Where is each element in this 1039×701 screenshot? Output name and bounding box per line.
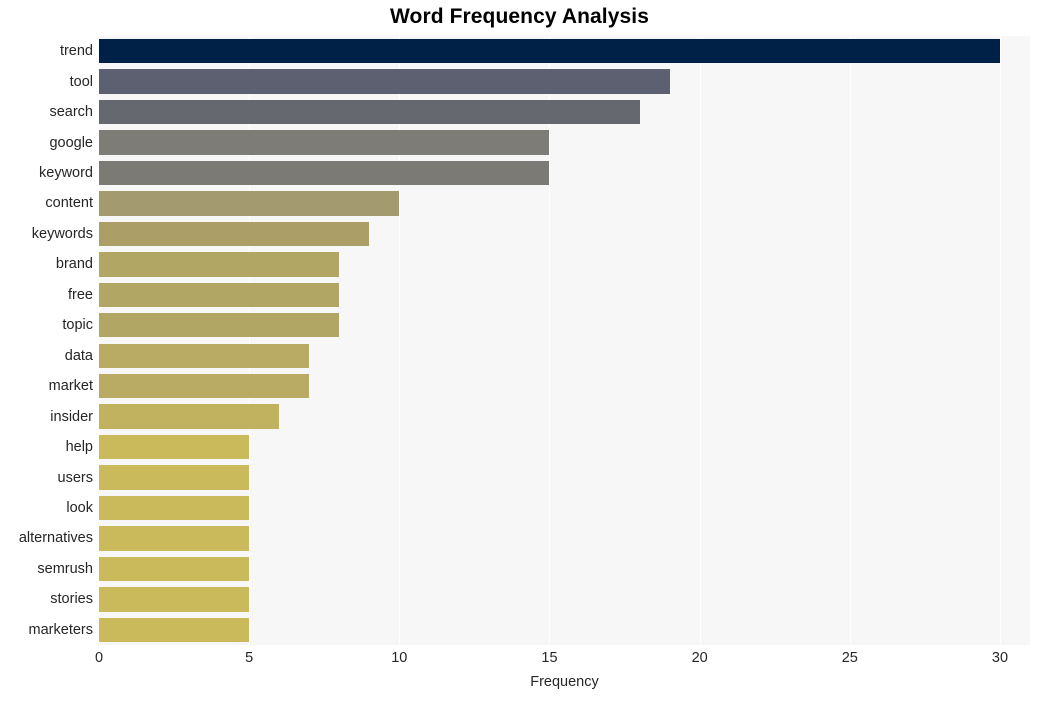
bar-market[interactable] xyxy=(99,373,310,399)
chart-title: Word Frequency Analysis xyxy=(389,5,650,28)
y-tick-label-help: help xyxy=(65,439,93,456)
bar-marketers[interactable] xyxy=(99,617,250,642)
y-tick-label-marketers: marketers xyxy=(28,621,93,638)
bar-semrush[interactable] xyxy=(99,556,250,582)
word-frequency-chart: Word Frequency Analysis trend tool search g… xyxy=(0,0,1039,701)
bar-alternatives[interactable] xyxy=(99,526,250,551)
x-axis-tick-labels: 0 5 10 15 20 25 30 xyxy=(0,650,1039,672)
x-tick-label-15: 15 xyxy=(541,650,558,666)
bar-keyword[interactable] xyxy=(99,160,550,186)
y-tick-label-insider: insider xyxy=(50,408,93,425)
y-tick-label-keywords: keywords xyxy=(31,225,93,242)
bars-container xyxy=(99,36,1030,645)
bar-row xyxy=(99,69,1030,94)
y-tick-label-trend: trend xyxy=(59,43,93,60)
bar-tool[interactable] xyxy=(99,69,670,94)
bar-row xyxy=(99,221,1030,247)
bar-row xyxy=(99,343,1030,368)
y-tick-label-semrush: semrush xyxy=(37,560,93,577)
bar-row xyxy=(99,282,1030,307)
bar-row xyxy=(99,39,1030,64)
x-tick-label-10: 10 xyxy=(391,650,408,666)
bar-help[interactable] xyxy=(99,434,250,460)
x-tick-label-30: 30 xyxy=(991,650,1009,666)
bar-row xyxy=(99,556,1030,582)
bar-row xyxy=(99,373,1030,399)
bar-row xyxy=(99,252,1030,277)
bar-row xyxy=(99,526,1030,551)
bar-google[interactable] xyxy=(99,130,550,155)
x-tick-label-5: 5 xyxy=(245,650,254,666)
bar-keywords[interactable] xyxy=(99,221,370,247)
y-tick-label-keyword: keyword xyxy=(39,165,93,182)
y-tick-label-content: content xyxy=(45,195,93,212)
y-tick-label-data: data xyxy=(64,347,93,364)
y-tick-label-look: look xyxy=(66,499,93,516)
y-tick-label-tool: tool xyxy=(69,73,93,90)
bar-row xyxy=(99,313,1030,338)
y-tick-label-alternatives: alternatives xyxy=(18,530,93,547)
bar-look[interactable] xyxy=(99,495,250,521)
bar-free[interactable] xyxy=(99,282,340,307)
bar-brand[interactable] xyxy=(99,252,340,277)
y-tick-label-topic: topic xyxy=(62,317,93,334)
bar-row xyxy=(99,99,1030,125)
bar-row xyxy=(99,191,1030,216)
bar-search[interactable] xyxy=(99,99,640,125)
y-tick-label-stories: stories xyxy=(50,591,93,608)
bar-row xyxy=(99,130,1030,155)
bar-row xyxy=(99,587,1030,612)
plot-area xyxy=(99,36,1030,645)
bar-data[interactable] xyxy=(99,343,310,368)
x-tick-label-0: 0 xyxy=(94,650,104,666)
bar-row xyxy=(99,434,1030,460)
x-tick-label-25: 25 xyxy=(841,650,858,666)
bar-stories[interactable] xyxy=(99,587,250,612)
bar-users[interactable] xyxy=(99,465,250,490)
y-axis-tick-labels: trend tool search google keyword content keywo… xyxy=(0,36,93,645)
bar-trend[interactable] xyxy=(99,39,1000,64)
bar-content[interactable] xyxy=(99,191,400,216)
x-axis-title: Frequency xyxy=(530,674,599,690)
y-tick-label-free: free xyxy=(68,286,93,303)
bar-row xyxy=(99,160,1030,186)
bar-insider[interactable] xyxy=(99,404,280,429)
bar-topic[interactable] xyxy=(99,313,340,338)
bar-row xyxy=(99,617,1030,642)
x-tick-label-20: 20 xyxy=(691,650,708,666)
bar-row xyxy=(99,465,1030,490)
bar-row xyxy=(99,495,1030,521)
y-tick-label-brand: brand xyxy=(55,256,93,273)
y-tick-label-users: users xyxy=(57,469,93,486)
y-tick-label-search: search xyxy=(49,104,93,121)
y-tick-label-google: google xyxy=(49,134,93,151)
bar-row xyxy=(99,404,1030,429)
y-tick-label-market: market xyxy=(48,378,93,395)
